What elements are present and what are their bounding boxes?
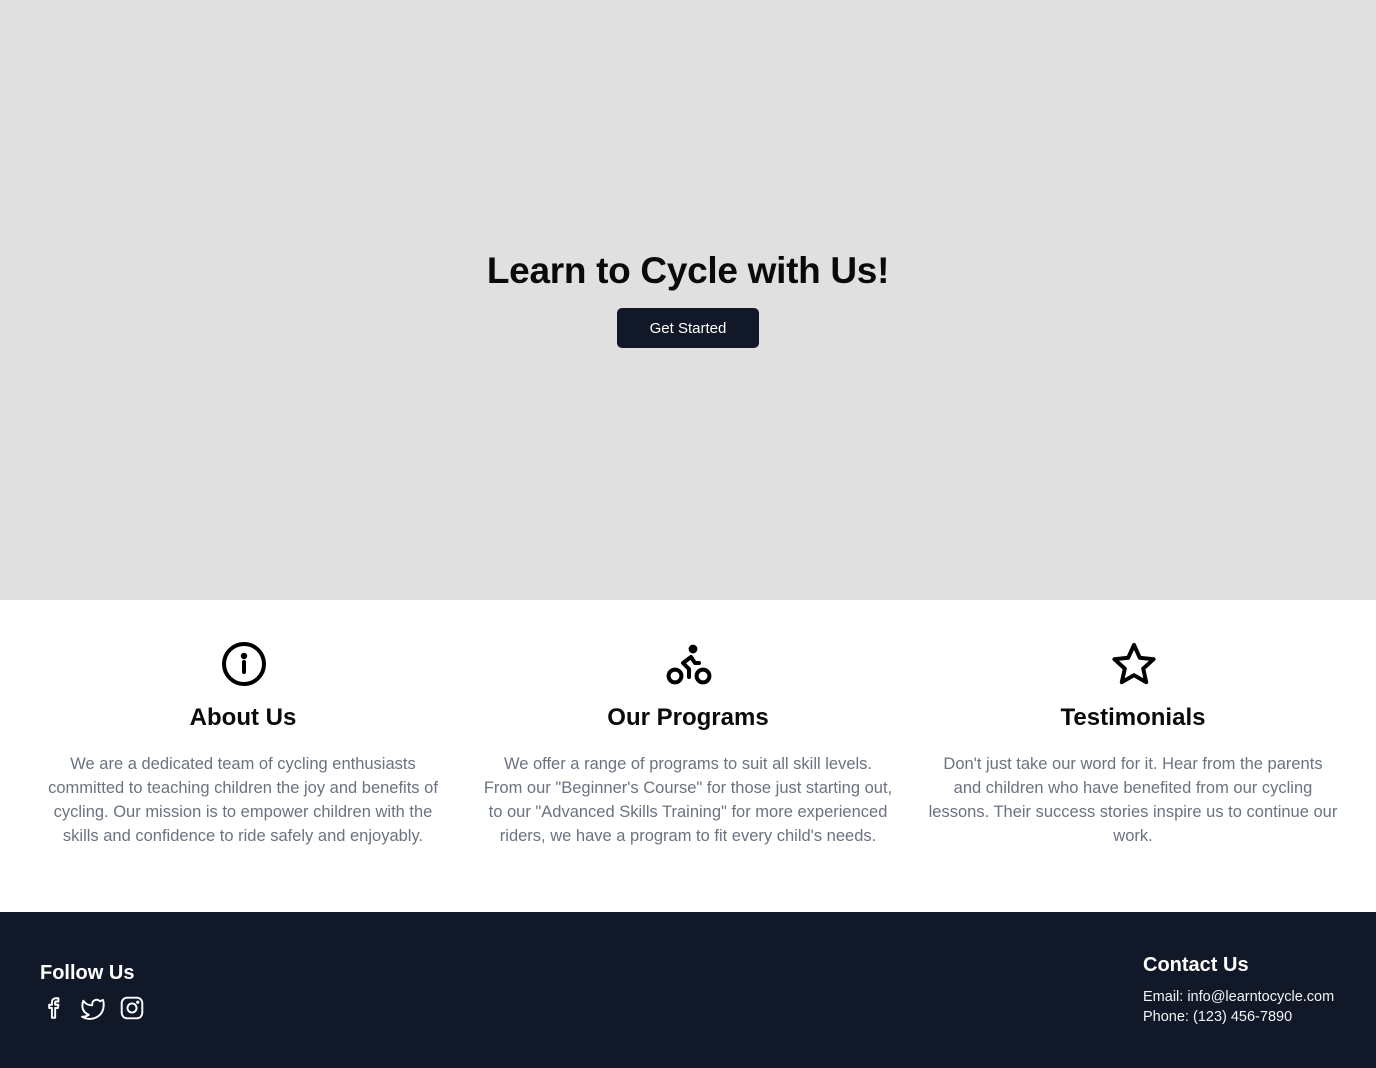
star-icon — [1110, 640, 1158, 688]
hero-section: Learn to Cycle with Us! Get Started — [0, 0, 1376, 600]
twitter-icon[interactable] — [79, 995, 105, 1021]
features-section: About Us We are a dedicated team of cycl… — [0, 600, 1376, 912]
feature-description: We offer a range of programs to suit all… — [483, 755, 893, 845]
instagram-icon[interactable] — [119, 995, 145, 1021]
feature-title: Testimonials — [1060, 704, 1206, 731]
get-started-button[interactable]: Get Started — [617, 308, 759, 348]
contact-phone: Phone: (123) 456-7890 — [1143, 1009, 1293, 1025]
contact-us-heading: Contact Us — [1143, 954, 1249, 976]
contact-email: Email: info@learntocycle.com — [1143, 989, 1335, 1005]
feature-description: Don't just take our word for it. Hear fr… — [928, 755, 1338, 845]
bicycle-rider-icon — [665, 640, 713, 688]
feature-description: We are a dedicated team of cycling enthu… — [48, 755, 438, 845]
hero-title: Learn to Cycle with Us! — [486, 250, 890, 291]
site-footer: Follow Us Contact Us Email: info@learnto… — [0, 912, 1376, 1068]
facebook-icon[interactable] — [40, 995, 66, 1021]
info-circle-icon — [220, 640, 268, 688]
follow-us-heading: Follow Us — [40, 962, 135, 984]
feature-title: About Us — [189, 704, 297, 731]
feature-title: Our Programs — [607, 704, 769, 731]
